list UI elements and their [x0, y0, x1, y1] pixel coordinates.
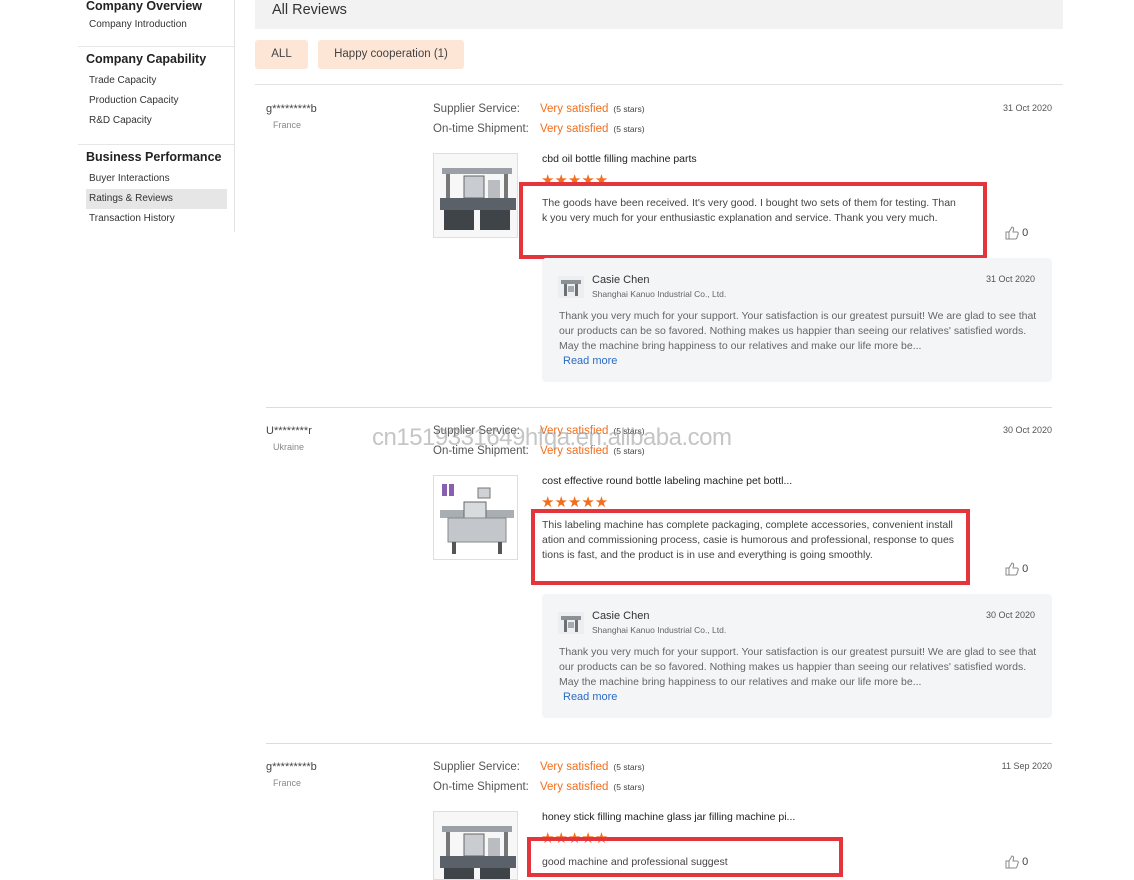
reply-date: 30 Oct 2020: [985, 610, 1035, 620]
rating-value: Very satisfied: [540, 103, 609, 115]
rating-label: On-time Shipment:: [433, 445, 529, 457]
highlight-box: [519, 182, 987, 259]
supplier-avatar: [558, 612, 584, 634]
sidebar-item-transaction-history[interactable]: Transaction History: [86, 209, 227, 229]
read-more-link[interactable]: Read more: [563, 355, 617, 367]
sidebar-item-rd-capacity[interactable]: R&D Capacity: [86, 111, 226, 131]
review-item: g*********b France Supplier Service: Very…: [266, 761, 1052, 880]
sidebar-item-trade-capacity[interactable]: Trade Capacity: [86, 71, 226, 91]
supplier-reply: Casie Chen Shanghai Kanuo Industrial Co.…: [542, 258, 1052, 382]
on-time-shipment-rating: On-time Shipment: Very satisfied (5 stars): [433, 781, 645, 793]
highlight-box: [531, 509, 970, 585]
sidebar-item-ratings-reviews[interactable]: Ratings & Reviews: [86, 189, 227, 209]
reply-date: 31 Oct 2020: [985, 274, 1035, 284]
thumbs-up-icon: [1005, 855, 1019, 869]
supplier-service-rating: Supplier Service: Very satisfied (5 stars): [433, 425, 645, 437]
on-time-shipment-rating: On-time Shipment: Very satisfied (5 stars): [433, 123, 645, 135]
rating-value: Very satisfied: [540, 425, 609, 437]
sidebar-group-business-performance: Business Performance Buyer Interactions …: [78, 144, 234, 229]
supplier-reply: Casie Chen Shanghai Kanuo Industrial Co.…: [542, 594, 1052, 718]
rating-stars-note: (5 stars): [613, 446, 645, 456]
reply-company: Shanghai Kanuo Industrial Co., Ltd.: [592, 289, 727, 299]
rating-label: Supplier Service:: [433, 425, 520, 437]
buyer-name: g*********b: [266, 761, 317, 773]
rating-label: On-time Shipment:: [433, 781, 529, 793]
review-item: g*********b France Supplier Service: Very…: [266, 103, 1052, 383]
buyer-country: Ukraine: [273, 442, 305, 452]
product-image[interactable]: [433, 475, 518, 560]
reply-text: Thank you very much for your support. Yo…: [559, 646, 1037, 688]
like-button[interactable]: 0: [1005, 855, 1028, 869]
sidebar-group-company-capability: Company Capability Trade Capacity Produc…: [78, 46, 234, 144]
sidebar-item-company-introduction[interactable]: Company Introduction: [86, 15, 226, 35]
reply-author-name: Casie Chen: [592, 274, 650, 286]
thumbs-up-icon: [1005, 562, 1019, 576]
product-image[interactable]: [433, 811, 518, 880]
thumbs-up-icon: [1005, 226, 1019, 240]
buyer-name: U********r: [266, 425, 312, 437]
filter-all-button[interactable]: ALL: [255, 40, 308, 69]
rating-value: Very satisfied: [540, 123, 609, 135]
buyer-country: France: [273, 120, 302, 130]
rating-value: Very satisfied: [540, 761, 609, 773]
product-title[interactable]: cost effective round bottle labeling mac…: [542, 475, 792, 487]
rating-value: Very satisfied: [540, 781, 609, 793]
supplier-avatar: [558, 276, 584, 298]
buyer-name: g*********b: [266, 103, 317, 115]
rating-label: On-time Shipment:: [433, 123, 529, 135]
like-count: 0: [1022, 562, 1029, 575]
sidebar-group-title[interactable]: Business Performance: [86, 149, 226, 165]
filling-machine-image: [434, 154, 517, 237]
product-image[interactable]: [433, 153, 518, 238]
review-item: U********r Ukraine Supplier Service: Very…: [266, 425, 1052, 720]
rating-value: Very satisfied: [540, 445, 609, 457]
highlight-box: [527, 837, 843, 877]
page-title: All Reviews: [272, 2, 347, 18]
divider: [255, 84, 1063, 85]
review-date: 11 Sep 2020: [1001, 761, 1052, 771]
product-title[interactable]: cbd oil bottle filling machine parts: [542, 153, 697, 165]
star-rating: ★★★★★: [541, 494, 609, 511]
rating-stars-note: (5 stars): [613, 762, 645, 772]
sidebar: Company Overview Company Introduction Co…: [78, 0, 235, 232]
read-more-link[interactable]: Read more: [563, 691, 617, 703]
like-button[interactable]: 0: [1005, 562, 1028, 576]
supplier-service-rating: Supplier Service: Very satisfied (5 stars): [433, 761, 645, 773]
rating-stars-note: (5 stars): [613, 124, 645, 134]
sidebar-item-buyer-interactions[interactable]: Buyer Interactions: [86, 169, 227, 189]
rating-label: Supplier Service:: [433, 761, 520, 773]
like-button[interactable]: 0: [1005, 226, 1028, 240]
product-title[interactable]: honey stick filling machine glass jar fi…: [542, 811, 795, 823]
filter-happy-cooperation-button[interactable]: Happy cooperation (1): [318, 40, 464, 69]
review-date: 30 Oct 2020: [1002, 425, 1052, 435]
reply-author-name: Casie Chen: [592, 610, 650, 622]
sidebar-group-title[interactable]: Company Overview: [86, 0, 226, 14]
divider: [266, 743, 1052, 744]
reply-text: Thank you very much for your support. Yo…: [559, 310, 1037, 352]
like-count: 0: [1022, 226, 1029, 239]
rating-label: Supplier Service:: [433, 103, 520, 115]
on-time-shipment-rating: On-time Shipment: Very satisfied (5 stars): [433, 445, 645, 457]
buyer-country: France: [273, 778, 302, 788]
rating-stars-note: (5 stars): [613, 104, 645, 114]
like-count: 0: [1022, 855, 1029, 868]
review-date: 31 Oct 2020: [1002, 103, 1052, 113]
reply-company: Shanghai Kanuo Industrial Co., Ltd.: [592, 625, 727, 635]
divider: [266, 407, 1052, 408]
sidebar-item-production-capacity[interactable]: Production Capacity: [86, 91, 226, 111]
sidebar-group-title[interactable]: Company Capability: [86, 51, 226, 67]
sidebar-group-company-overview: Company Overview Company Introduction: [78, 0, 234, 46]
labeling-machine-image: [434, 476, 517, 559]
rating-stars-note: (5 stars): [613, 426, 645, 436]
reviews-header: All Reviews: [255, 0, 1063, 29]
filling-machine-image: [434, 812, 517, 879]
rating-stars-note: (5 stars): [613, 782, 645, 792]
supplier-service-rating: Supplier Service: Very satisfied (5 stars): [433, 103, 645, 115]
